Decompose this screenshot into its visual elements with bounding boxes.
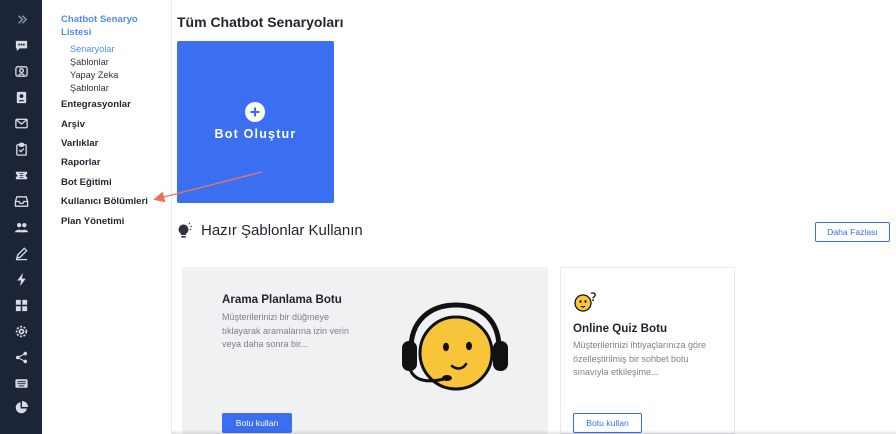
rail-item-tickets[interactable] — [0, 162, 42, 188]
rail-item-automation[interactable] — [0, 266, 42, 292]
template-description: Müşterilerinizi ihtiyaçlarınıza göre öze… — [573, 340, 707, 377]
secondary-nav: Chatbot Senaryo Listesi Senaryolar Şablo… — [42, 0, 172, 434]
clipboard-icon — [15, 142, 27, 156]
share-icon — [15, 351, 27, 363]
rail-item-team[interactable] — [0, 58, 42, 84]
nav-group-bot-training[interactable]: Bot Eğitimi — [61, 176, 112, 189]
rail-item-share[interactable] — [0, 344, 42, 370]
template-title: Arama Planlama Botu — [222, 293, 342, 306]
headset-mascot-icon — [402, 302, 508, 391]
rail-item-chat[interactable] — [0, 32, 42, 58]
pen-icon — [15, 246, 28, 260]
main-content: Tüm Chatbot Senaryoları Bot Oluştur Hazı… — [172, 0, 896, 434]
nav-group-integrations[interactable]: Entegrasyonlar — [61, 98, 131, 111]
lightning-icon — [16, 272, 26, 286]
settings-icon — [15, 325, 27, 337]
section-title: Hazır Şablonlar Kullanın — [201, 222, 363, 239]
expand-sidebar-button[interactable] — [0, 6, 42, 32]
plus-icon — [245, 102, 265, 122]
nav-group-archive[interactable]: Arşiv — [61, 118, 85, 131]
nav-group-reports[interactable]: Raporlar — [61, 156, 100, 169]
ticket-icon — [15, 171, 27, 179]
quiz-emoji-icon — [574, 292, 596, 312]
rail-item-tasks[interactable] — [0, 136, 42, 162]
page-title: Tüm Chatbot Senaryoları — [177, 14, 344, 30]
icon-rail — [0, 0, 42, 434]
rail-item-inbox[interactable] — [0, 188, 42, 214]
rail-item-dashboard[interactable] — [0, 292, 42, 318]
nav-group-chatbot-scenario-list[interactable]: Chatbot Senaryo Listesi — [61, 13, 161, 39]
rail-item-users[interactable] — [0, 214, 42, 240]
rail-item-editor[interactable] — [0, 240, 42, 266]
create-bot-label: Bot Oluştur — [214, 127, 297, 141]
nav-item-ai[interactable]: Yapay Zeka — [70, 69, 118, 81]
inbox-icon — [14, 195, 28, 207]
pie-chart-icon — [15, 400, 28, 413]
nav-item-scenarios[interactable]: Senaryolar — [70, 43, 114, 55]
nav-item-ai-templates[interactable]: Şablonlar — [70, 82, 109, 94]
nav-group-user-sections[interactable]: Kullanıcı Bölümleri — [61, 195, 148, 208]
bottom-shadow — [172, 430, 896, 434]
create-bot-card[interactable]: Bot Oluştur — [177, 41, 334, 203]
app-window: Chatbot Senaryo Listesi Senaryolar Şablo… — [0, 0, 896, 434]
nav-group-plan-management[interactable]: Plan Yönetimi — [61, 215, 124, 228]
template-card-call-scheduling[interactable]: Arama Planlama Botu Müşterilerinizi bir … — [182, 267, 548, 434]
nav-item-templates[interactable]: Şablonlar — [70, 56, 109, 68]
rail-item-settings[interactable] — [0, 318, 42, 344]
rail-item-keyboard[interactable] — [0, 370, 42, 396]
template-description: Müşterilerinizi bir düğmeye tıklayarak a… — [222, 312, 350, 349]
chevron-right-icon — [17, 14, 27, 24]
rail-item-reports[interactable] — [0, 394, 42, 420]
rail-item-contacts[interactable] — [0, 84, 42, 110]
template-card-online-quiz[interactable]: Online Quiz Botu Müşterilerinizi ihtiyaç… — [560, 267, 735, 434]
rail-item-mail[interactable] — [0, 110, 42, 136]
contact-card-icon — [16, 91, 26, 103]
users-icon — [14, 222, 28, 232]
mail-icon — [14, 118, 28, 128]
more-button[interactable]: Daha Fazlası — [815, 222, 890, 242]
nav-group-assets[interactable]: Varlıklar — [61, 137, 98, 150]
lightbulb-icon — [177, 222, 193, 240]
template-title: Online Quiz Botu — [573, 322, 668, 335]
chat-icon — [15, 40, 27, 51]
grid-icon — [15, 299, 27, 311]
keyboard-icon — [14, 378, 28, 388]
team-icon — [14, 65, 28, 77]
